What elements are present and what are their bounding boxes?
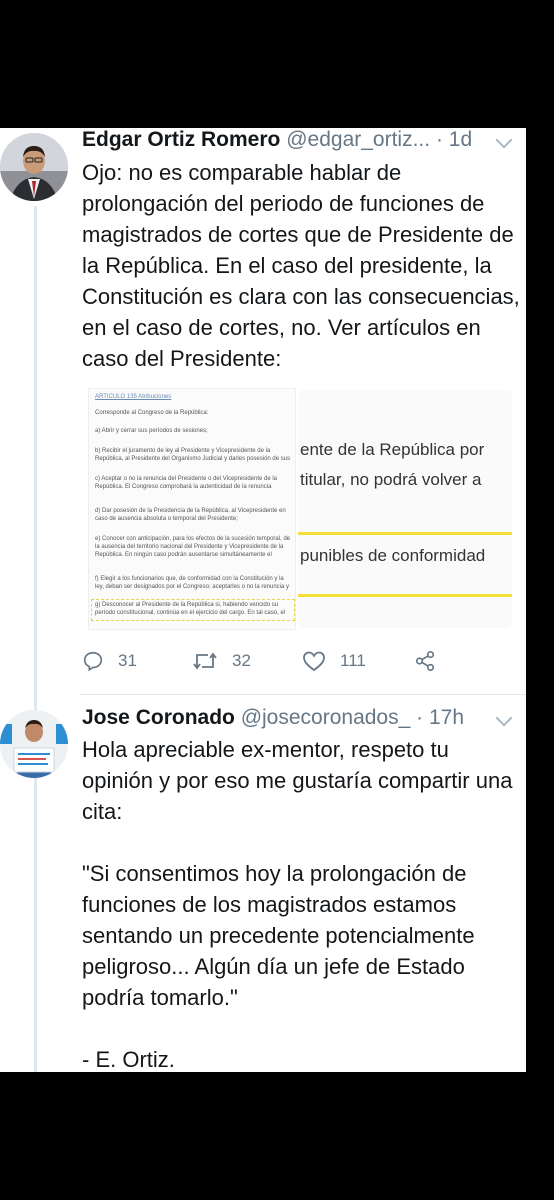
tweet-header: Jose Coronado @josecoronados_ · 17h <box>82 705 464 731</box>
author-handle[interactable]: @edgar_ortiz... <box>286 128 430 151</box>
separator-dot: · <box>435 128 443 151</box>
article-line: b) Recibir el juramento de ley al Presid… <box>95 448 291 462</box>
tweet-image-constitution-article[interactable]: ARTICULO 135 Atribuciones Corresponde al… <box>88 388 296 630</box>
separator-dot: · <box>416 706 424 729</box>
article-line: f) Elegir a los funcionarios que, de con… <box>95 576 290 590</box>
reply-button[interactable]: 31 <box>82 650 137 672</box>
tweet-image-constitution-detail[interactable]: ente de la República por titular, no pod… <box>298 390 512 628</box>
highlight-bar <box>298 532 512 535</box>
share-icon <box>415 651 435 671</box>
retweet-count: 32 <box>232 651 251 670</box>
article-line: g) Desconocer al Presidente de la Repúbl… <box>95 602 286 616</box>
detail-line: punibles de conformidad <box>300 546 486 565</box>
tweet-text: Hola apreciable ex-mentor, respeto tu op… <box>82 737 513 1072</box>
article-line: d) Dar posesión de la Presidencia de la … <box>95 508 286 522</box>
article-line: a) Abrir y cerrar sus períodos de sesion… <box>95 428 208 434</box>
tweet-time[interactable]: 1d <box>449 128 472 151</box>
avatar[interactable] <box>0 710 68 778</box>
detail-line: ente de la República por <box>300 440 485 459</box>
retweet-icon <box>193 652 217 670</box>
avatar[interactable] <box>0 133 68 201</box>
tweet-header: Edgar Ortiz Romero @edgar_ortiz... · 1d <box>82 128 472 153</box>
tweet-actions: 31 32 111 <box>82 650 512 680</box>
avatar-photo-edgar <box>0 133 68 201</box>
author-name[interactable]: Jose Coronado <box>82 706 235 729</box>
like-button[interactable]: 111 <box>302 650 366 672</box>
article-line: e) Conocer con anticipación, para los ef… <box>95 536 291 558</box>
retweet-button[interactable]: 32 <box>192 650 251 672</box>
tweet-time[interactable]: 17h <box>429 706 464 729</box>
detail-line: titular, no podrá volver a <box>300 470 482 489</box>
chevron-down-icon[interactable] <box>495 709 513 727</box>
article-heading: ARTICULO 135 Atribuciones <box>95 394 172 400</box>
thread-connector-line <box>34 206 37 1072</box>
tweet-thread: Edgar Ortiz Romero @edgar_ortiz... · 1d … <box>0 128 526 1072</box>
article-line: c) Aceptar o no la renuncia del Presiden… <box>95 476 278 490</box>
share-button[interactable] <box>414 650 436 672</box>
tweet-text: Ojo: no es comparable hablar de prolonga… <box>82 160 520 371</box>
author-handle[interactable]: @josecoronados_ <box>241 706 411 729</box>
reply-count: 31 <box>118 651 137 670</box>
like-count: 111 <box>340 651 366 670</box>
reply-icon <box>83 651 103 672</box>
highlight-bar <box>298 594 512 597</box>
article-line: Corresponde al Congreso de la República: <box>95 410 209 416</box>
author-name[interactable]: Edgar Ortiz Romero <box>82 128 280 151</box>
like-icon <box>303 651 325 672</box>
avatar-photo-jose <box>0 710 68 778</box>
chevron-down-icon[interactable] <box>495 131 513 149</box>
tweet-divider <box>80 694 526 695</box>
